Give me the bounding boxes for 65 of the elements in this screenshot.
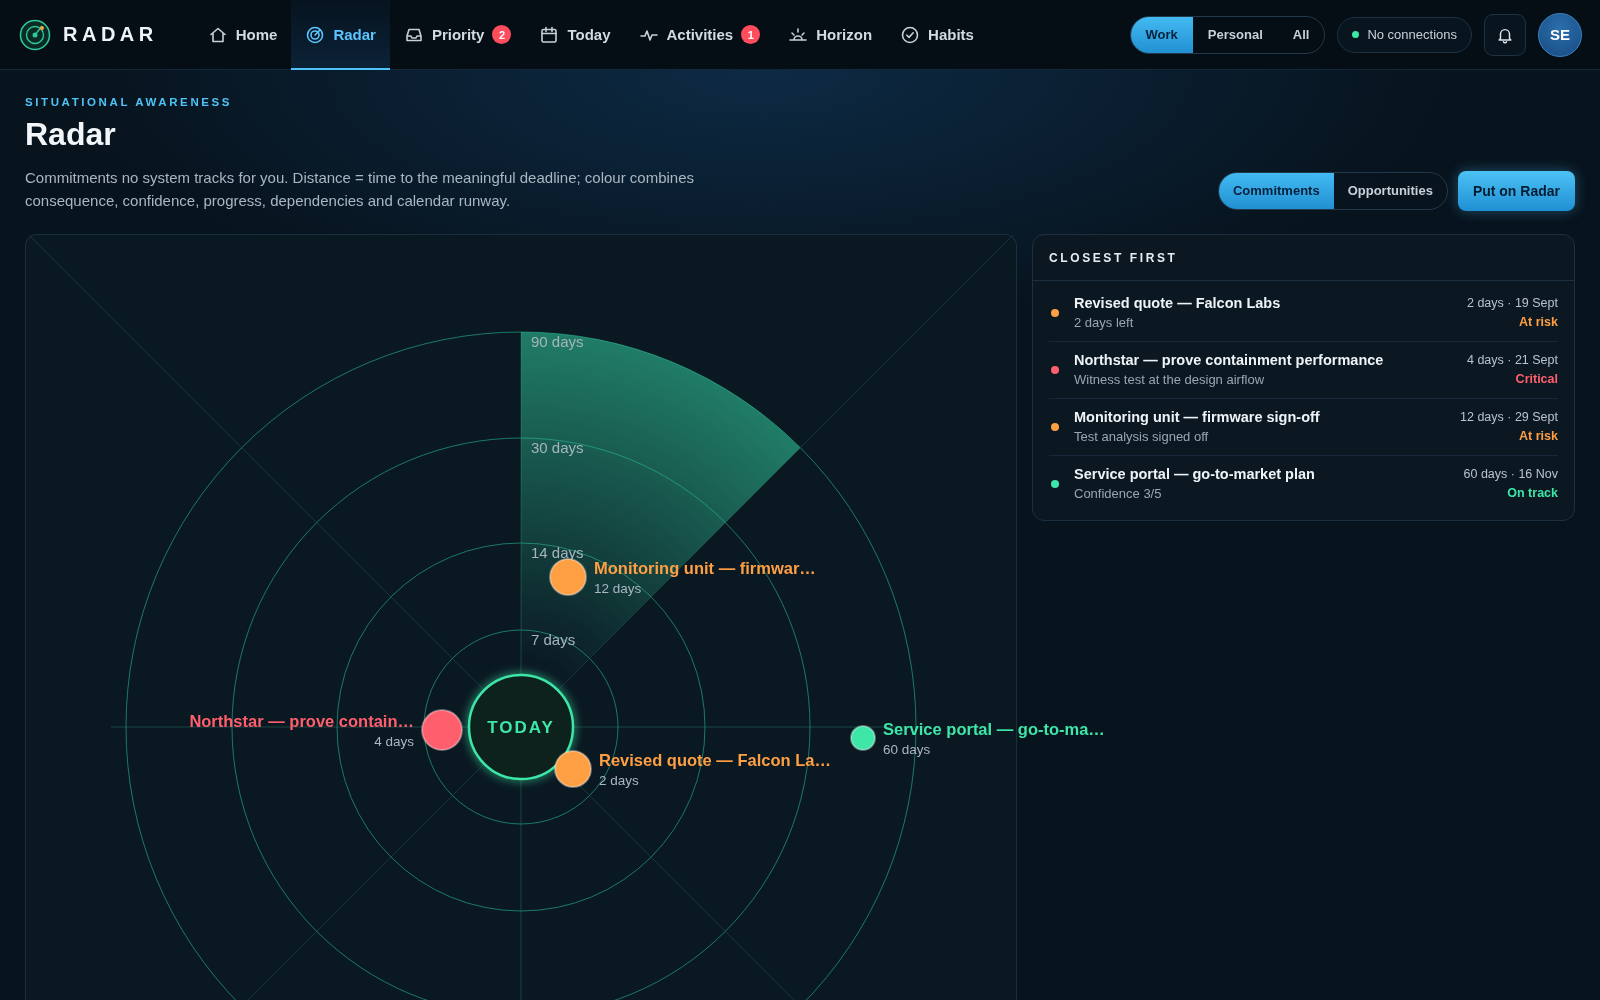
scope-tab[interactable]: Personal xyxy=(1192,16,1278,53)
commitment-blip[interactable] xyxy=(549,558,587,596)
row-due: 12 days · 29 Sept xyxy=(1460,410,1558,424)
nav-tab[interactable]: Habits xyxy=(886,0,988,70)
commitment-row[interactable]: Northstar — prove containment performance Witness test at the design airflow 4 days · 21 Sept Critical xyxy=(1049,342,1558,399)
row-subtitle: Test analysis signed off xyxy=(1074,429,1210,444)
mode-tab[interactable]: Opportunities xyxy=(1333,172,1447,209)
ring-label: 90 days xyxy=(531,333,584,350)
blip-days: 60 days xyxy=(883,742,931,757)
nav-tab[interactable]: Home xyxy=(193,0,292,70)
check-circle-icon xyxy=(900,24,921,45)
row-subtitle: Confidence 3/5 xyxy=(1074,486,1163,501)
row-subtitle: Witness test at the design airflow xyxy=(1074,372,1266,387)
ring-label: 7 days xyxy=(531,631,576,648)
commitment-blip[interactable] xyxy=(421,709,463,751)
nav-tab[interactable]: Activities 1 xyxy=(624,0,775,70)
target-icon xyxy=(305,24,326,45)
row-due: 2 days · 19 Sept xyxy=(1466,296,1558,310)
notifications-button[interactable] xyxy=(1484,13,1526,56)
commitment-blip[interactable] xyxy=(554,750,592,788)
row-title: Service portal — go-to-market plan xyxy=(1074,466,1316,482)
blip-label: Northstar — prove contain… xyxy=(189,712,414,730)
row-subtitle: 2 days left xyxy=(1074,315,1135,330)
user-avatar[interactable]: SE xyxy=(1538,12,1582,57)
row-title: Northstar — prove containment performance xyxy=(1074,352,1385,368)
notification-count: 1 xyxy=(741,25,761,44)
scope-tab[interactable]: Work xyxy=(1130,16,1193,53)
list-heading: CLOSEST FIRST xyxy=(1033,235,1574,281)
scope-tab[interactable]: All xyxy=(1277,16,1325,53)
put-on-radar-button[interactable]: Put on Radar xyxy=(1457,171,1575,211)
row-status: Critical xyxy=(1514,372,1558,386)
status-dot-icon xyxy=(1352,31,1360,38)
nav-tab[interactable]: Priority 2 xyxy=(389,0,526,70)
blip-label: Revised quote — Falcon La… xyxy=(599,751,831,769)
blip-days: 4 days xyxy=(374,734,414,749)
blip-days: 2 days xyxy=(599,773,639,788)
commitment-row[interactable]: Revised quote — Falcon Labs 2 days left 2 days · 19 Sept At risk xyxy=(1049,285,1558,342)
nav-tab[interactable]: Today xyxy=(525,0,625,70)
row-title: Revised quote — Falcon Labs xyxy=(1074,295,1282,311)
row-due: 60 days · 16 Nov xyxy=(1463,467,1558,481)
ring-label: 30 days xyxy=(531,439,584,456)
row-due: 4 days · 21 Sept xyxy=(1466,353,1558,367)
nav-tab[interactable]: Radar xyxy=(291,0,390,70)
commitment-row[interactable]: Monitoring unit — firmware sign-off Test analysis signed off 12 days · 29 Sept At risk xyxy=(1049,399,1558,456)
page-description: Commitments no system tracks for you. Distance = time to the meaningful deadline; colour combines consequence, confidence, progress, dependencies and calendar runway. xyxy=(25,168,696,211)
row-status: On track xyxy=(1506,486,1558,500)
ring-label: 14 days xyxy=(531,544,584,561)
page-title: Radar xyxy=(25,116,117,153)
nav-tab[interactable]: Horizon xyxy=(774,0,887,70)
blip-days: 12 days xyxy=(594,581,642,596)
connection-label: No connections xyxy=(1367,27,1457,42)
row-title: Monitoring unit — firmware sign-off xyxy=(1074,409,1321,425)
row-status: At risk xyxy=(1518,315,1558,329)
mode-tab[interactable]: Commitments xyxy=(1218,172,1334,209)
today-label: TODAY xyxy=(487,718,555,737)
blip-label: Monitoring unit — firmwar… xyxy=(594,559,816,577)
commitment-blip[interactable] xyxy=(850,725,876,751)
notification-count: 2 xyxy=(492,25,512,44)
commitment-row[interactable]: Service portal — go-to-market plan Confidence 3/5 60 days · 16 Nov On track xyxy=(1049,456,1558,512)
calendar-icon xyxy=(539,24,560,45)
blip-label: Service portal — go-to-ma… xyxy=(883,720,1105,738)
row-status: At risk xyxy=(1518,429,1558,443)
eyebrow-label: SITUATIONAL AWARENESS xyxy=(25,96,234,108)
radar-logo-icon xyxy=(19,18,51,51)
brand-name: RADAR xyxy=(63,23,158,46)
